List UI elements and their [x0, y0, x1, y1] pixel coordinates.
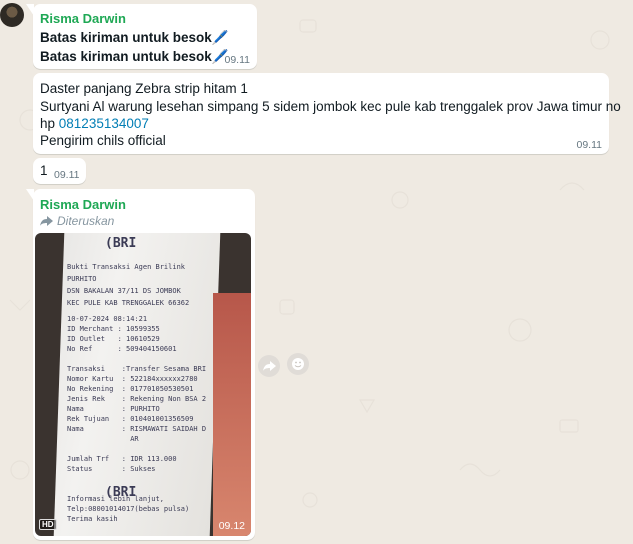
message-text: 1	[40, 163, 48, 178]
receipt-image[interactable]: (BRI Bukti Transaksi Agen Brilink PURHITO D…	[35, 233, 251, 536]
message-line: Pengirim chils official	[40, 133, 166, 148]
receipt-line: Nomor Kartu : 522184xxxxxx2780	[67, 375, 198, 383]
message-line: hp 081235134007	[40, 115, 149, 134]
message-bubble-3[interactable]: 1 09.11	[33, 158, 86, 184]
receipt-line: Bukti Transaksi Agen Brilink	[67, 263, 186, 271]
receipt-line: Nama : RISMAWATI SAIDAH D	[67, 425, 207, 433]
receipt-line: Telp:08001014017(bebas pulsa)	[67, 505, 190, 513]
message-line: Surtyani Al warung lesehan simpang 5 sid…	[40, 99, 621, 114]
message-time: 09.11	[54, 169, 80, 181]
message-bubble-1[interactable]: Risma Darwin Batas kiriman untuk besok🖊️…	[26, 4, 257, 69]
message-time: 09.11	[576, 139, 603, 151]
receipt-line: ID Merchant : 10599355	[67, 325, 160, 333]
receipt-line: Transaksi :Transfer Sesama BRI	[67, 365, 207, 373]
receipt-line: Terima kasih	[67, 515, 118, 523]
receipt-line: Status : Sukses	[67, 465, 156, 473]
forwarded-indicator: Diteruskan	[40, 214, 114, 228]
receipt-background	[213, 293, 251, 536]
receipt-line: AR	[67, 435, 139, 443]
image-time: 09.12	[218, 520, 245, 532]
receipt-line: Jumlah Trf : IDR 113.000	[67, 455, 177, 463]
sender-avatar[interactable]	[0, 3, 24, 27]
receipt-line: PURHITO	[67, 275, 97, 283]
receipt-line: 10-07-2024 08:14:21	[67, 315, 148, 323]
forwarded-label: Diteruskan	[57, 214, 115, 228]
receipt-line: KEC PULE KAB TRENGGALEK 66362	[67, 299, 190, 307]
receipt-line: ID Outlet : 10610529	[67, 335, 160, 343]
phone-link[interactable]: 081235134007	[59, 116, 149, 131]
phone-prefix: hp	[40, 116, 59, 131]
forward-arrow-icon	[40, 215, 53, 226]
receipt-line: (BRI	[105, 236, 137, 251]
receipt-line: No Rekening : 017701050530501	[67, 385, 194, 393]
receipt-line: DSN BAKALAN 37/11 DS JOMBOK	[67, 287, 181, 295]
bubble-tail	[26, 4, 34, 16]
smiley-icon	[292, 358, 304, 370]
receipt-line: No Ref : 509404150601	[67, 345, 177, 353]
message-bubble-2[interactable]: Daster panjang Zebra strip hitam 1 Surty…	[33, 73, 621, 154]
receipt-line: Informasi lebih lanjut,	[67, 495, 164, 503]
message-line: Batas kiriman untuk besok🖊️	[40, 30, 229, 45]
bubble-tail	[26, 189, 34, 201]
sender-name[interactable]: Risma Darwin	[40, 11, 126, 26]
receipt-line: Rek Tujuan : 010401001356509	[67, 415, 194, 423]
sender-name[interactable]: Risma Darwin	[40, 197, 126, 212]
message-time: 09.11	[224, 54, 251, 66]
react-button[interactable]	[287, 353, 309, 375]
forward-icon	[262, 360, 276, 371]
message-line: Batas kiriman untuk besok🖊️	[40, 49, 229, 64]
receipt-line: Jenis Rek : Rekening Non BSA 2	[67, 395, 207, 403]
forward-button[interactable]	[258, 355, 280, 377]
receipt-line: Nama : PURHITO	[67, 405, 160, 413]
hd-badge: HD	[39, 519, 57, 530]
message-line: Daster panjang Zebra strip hitam 1	[40, 81, 248, 96]
